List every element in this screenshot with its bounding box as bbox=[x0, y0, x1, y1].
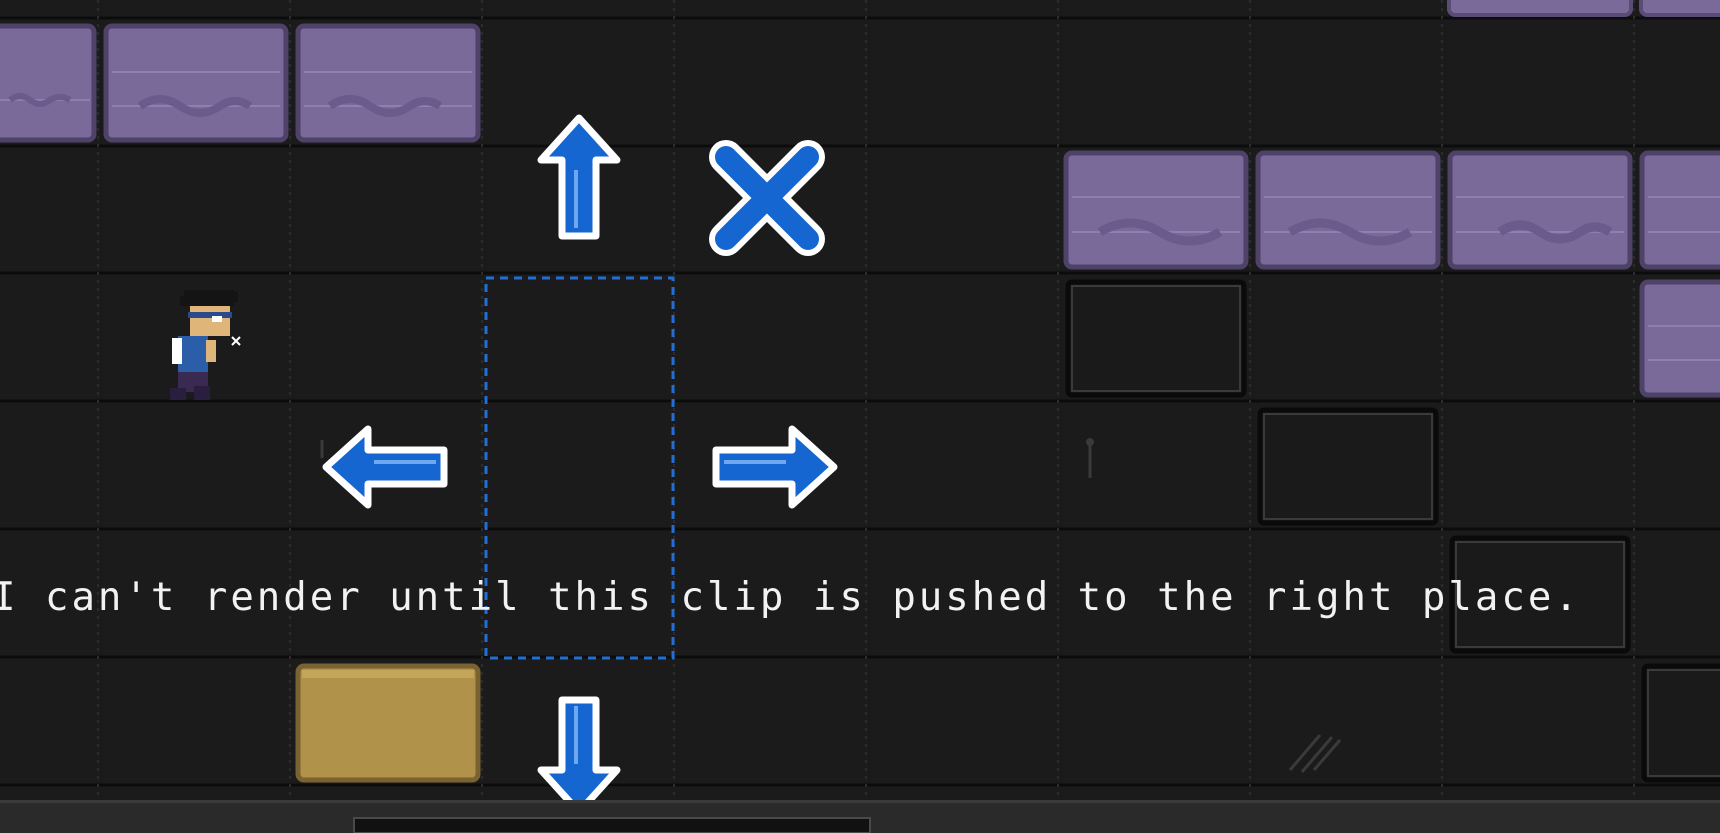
audio-clip[interactable] bbox=[1447, 0, 1633, 17]
selected-clip[interactable] bbox=[295, 663, 481, 783]
scrollbar-thumb[interactable] bbox=[353, 817, 871, 833]
audio-clip[interactable] bbox=[1639, 0, 1720, 17]
audio-clip[interactable] bbox=[1639, 150, 1720, 270]
timeline-canvas: I can't render until this clip is pushed… bbox=[0, 0, 1720, 833]
audio-clip[interactable] bbox=[1447, 150, 1633, 270]
dialog-text: I can't render until this clip is pushed… bbox=[0, 575, 1581, 620]
game-stage: I can't render until this clip is pushed… bbox=[0, 0, 1720, 833]
empty-clip-slot[interactable] bbox=[1065, 279, 1247, 398]
audio-clip[interactable] bbox=[0, 23, 97, 143]
empty-clip-slot[interactable] bbox=[1257, 407, 1439, 526]
audio-clip[interactable] bbox=[1639, 279, 1720, 398]
audio-clip[interactable] bbox=[103, 23, 289, 143]
empty-clip-slot[interactable] bbox=[1641, 663, 1720, 783]
audio-clip[interactable] bbox=[295, 23, 481, 143]
audio-clip[interactable] bbox=[1255, 150, 1441, 270]
audio-clip[interactable] bbox=[1063, 150, 1249, 270]
